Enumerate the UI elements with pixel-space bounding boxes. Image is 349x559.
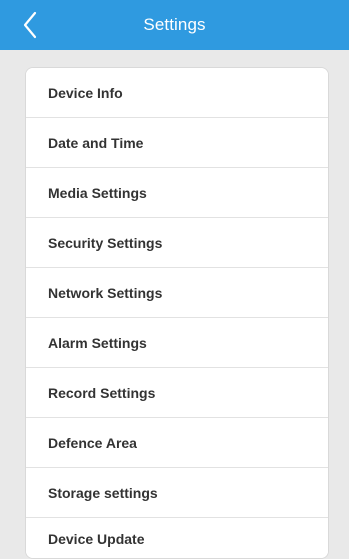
menu-item-security-settings[interactable]: Security Settings [26,218,328,268]
menu-item-label: Storage settings [48,484,158,501]
menu-item-record-settings[interactable]: Record Settings [26,368,328,418]
chevron-left-icon [21,10,39,40]
top-bar: Settings [0,0,349,50]
menu-item-storage-settings[interactable]: Storage settings [26,468,328,518]
menu-item-label: Network Settings [48,284,163,301]
menu-item-device-info[interactable]: Device Info [26,68,328,118]
menu-item-label: Security Settings [48,234,163,251]
menu-item-device-update[interactable]: Device Update [26,518,328,558]
menu-item-label: Alarm Settings [48,334,147,351]
menu-item-media-settings[interactable]: Media Settings [26,168,328,218]
menu-item-label: Device Update [48,531,145,547]
page-title: Settings [143,15,206,34]
menu-item-label: Media Settings [48,184,147,201]
menu-item-network-settings[interactable]: Network Settings [26,268,328,318]
menu-item-alarm-settings[interactable]: Alarm Settings [26,318,328,368]
menu-item-date-and-time[interactable]: Date and Time [26,118,328,168]
menu-item-defence-area[interactable]: Defence Area [26,418,328,468]
menu-item-label: Record Settings [48,384,156,401]
menu-item-label: Date and Time [48,134,144,151]
menu-item-label: Defence Area [48,434,137,451]
back-button[interactable] [10,6,50,44]
settings-menu: Device Info Date and Time Media Settings… [25,67,329,559]
menu-item-label: Device Info [48,84,123,101]
